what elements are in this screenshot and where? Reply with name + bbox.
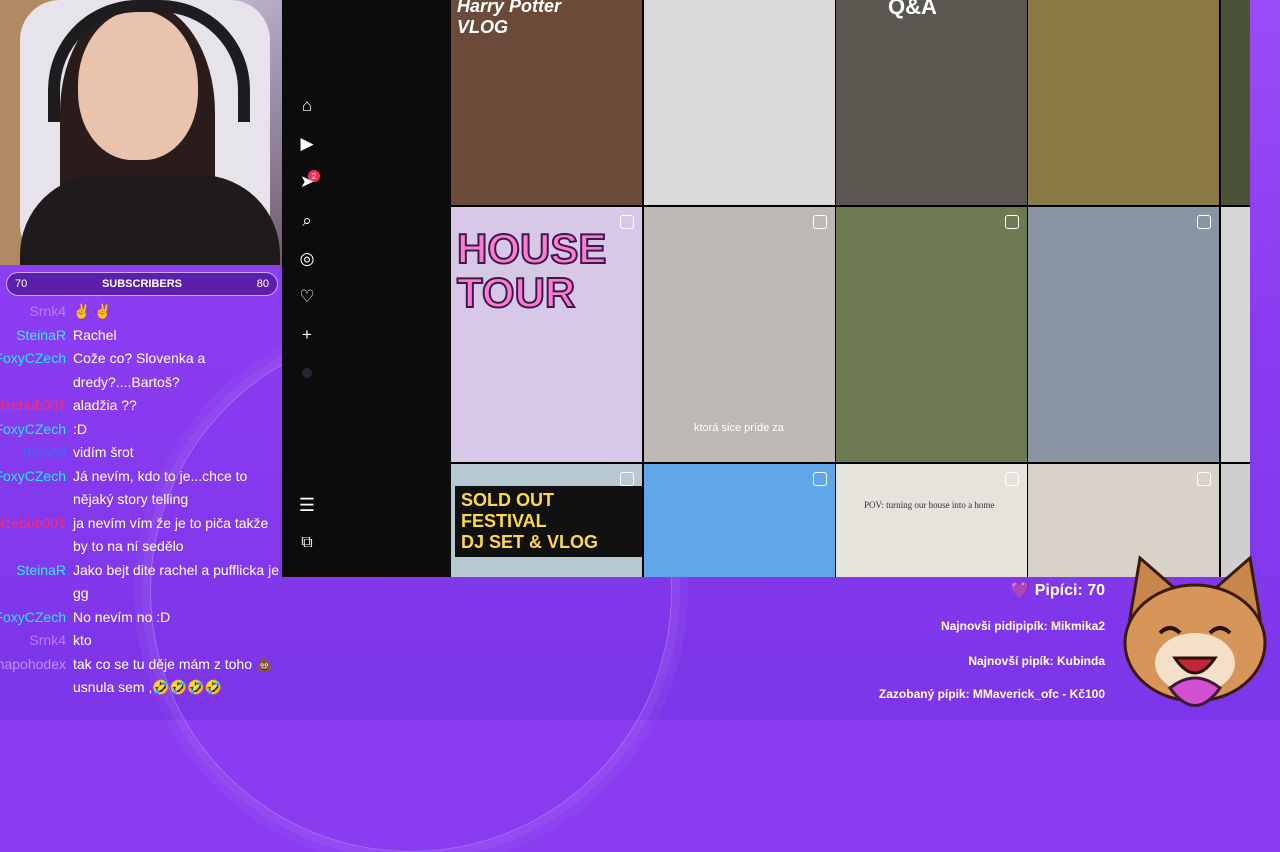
explore-icon[interactable]: ◎ [298,249,316,268]
post-thumbnail[interactable] [836,207,1027,462]
reel-icon [813,215,827,229]
chat-username: Pino69 [22,444,66,460]
subscriber-goal: 80 [256,278,269,290]
heart-icon: 💜 [1010,582,1031,599]
post-thumbnail[interactable] [644,0,835,205]
meta-icon[interactable]: ⧉ [298,534,316,552]
latest-pipik: Najnovší pipík: Kubinda [968,654,1105,668]
chat-message: Belzebub001 ja nevím vím že je to piča ta… [0,512,282,559]
home-icon[interactable]: ⌂ [298,96,316,115]
reel-icon [813,472,827,486]
profile-posts-grid: Harry Potter VLOG Q&A HOUSE TOUR ktorá sice… [451,0,1250,577]
subscriber-current: 70 [15,278,28,290]
chat-message: SteinaR Jako bejt dite rachel a pufflicka… [0,559,282,606]
chat-message: Belzebub001 aladžia ?? [0,394,282,418]
reel-icon [620,215,634,229]
chat-username: FoxyCZech [0,467,66,484]
chat-message: Ginapohodex tak co se tu děje mám z toho … [0,653,282,700]
reel-icon [1005,215,1019,229]
post-thumbnail[interactable]: POV: turning our house into a home [836,464,1027,577]
cat-mascot [1123,555,1267,707]
post-thumbnail[interactable]: ktorá sice príde za [644,207,835,462]
chat-text: No nevím no :D [73,608,171,625]
post-caption: SOLD OUT FESTIVAL DJ SET & VLOG [455,486,642,557]
post-thumbnail[interactable] [1221,207,1250,462]
chat-username: Ginapohodex [0,655,66,672]
chat-username: FoxyCZech [0,608,66,625]
chat-text: kto [73,632,92,648]
chat-text: Jako bejt dite rachel a pufflicka je gg [73,561,279,602]
chat-message: Srnk4 ✌️ ✌️ [0,300,282,324]
reel-icon [1197,215,1211,229]
post-caption: POV: turning our house into a home [864,500,995,510]
reel-icon [1197,472,1211,486]
post-caption: ktorá sice príde za [694,422,784,434]
chat-username: SteinaR [16,561,66,578]
chat-username: Belzebub001 [0,397,66,413]
chat-username: Belzebub001 [0,514,66,531]
latest-pidipipik: Najnovši pidipipík: Mikmika2 [940,619,1105,633]
post-caption: Harry Potter VLOG [457,0,562,37]
subscriber-goal-bar: 70 SUBSCRIBERS 80 [6,272,278,296]
post-thumbnail[interactable]: Harry Potter VLOG [451,0,642,205]
post-thumbnail[interactable] [1028,0,1219,205]
post-thumbnail[interactable] [644,464,835,577]
subscriber-label: SUBSCRIBERS [101,278,183,290]
chat-username: Srnk4 [29,303,66,319]
chat-username: Srnk4 [29,632,66,648]
create-icon[interactable]: + [298,325,316,344]
chat-message: Srnk4 kto [0,629,282,653]
post-thumbnail[interactable]: SOLD OUT FESTIVAL DJ SET & VLOG [451,464,642,577]
chat-message: FoxyCZech :D [0,418,282,442]
messages-icon[interactable]: ➤ [298,172,316,191]
chat-username: SteinaR [16,326,66,343]
chat-log: Srnk4 ✌️ ✌️ SteinaR Rachel FoxyCZech Cože co?… [0,300,282,700]
chat-message: FoxyCZech Já nevím, kdo to je...chce to n… [0,465,282,512]
chat-username: FoxyCZech [0,350,66,366]
chat-username: FoxyCZech [0,420,66,437]
chat-message: SteinaR Rachel [0,324,282,348]
chat-message: Pino69 vidím šrot [0,441,282,465]
chat-text: vidím šrot [73,444,134,460]
post-thumbnail[interactable]: Q&A [836,0,1027,205]
webcam-feed [0,0,282,265]
pipici-label: Pipíci: 70 [1034,582,1105,599]
webcam-sweater [20,175,280,265]
chat-text: ✌️ ✌️ [73,303,112,319]
post-thumbnail[interactable] [1221,0,1250,205]
chat-text: Rachel [73,326,117,343]
more-icon[interactable]: ☰ [298,495,316,515]
post-thumbnail[interactable] [1028,207,1219,462]
reel-icon [1005,472,1019,486]
post-caption: HOUSE TOUR [456,225,607,316]
pipici-counter: 💜 Pipíci: 70 [1010,580,1105,600]
chat-text: Cože co? Slovenka a dredy?....Bartoš? [73,350,206,390]
chat-text: :D [73,420,87,437]
chat-message: FoxyCZech Cože co? Slovenka a dredy?....B… [0,347,282,394]
reels-icon[interactable]: ▶ [298,134,316,153]
post-thumbnail[interactable]: HOUSE TOUR [451,207,642,462]
search-icon[interactable]: ⌕ [298,211,316,230]
chat-text: tak co se tu děje mám z toho 💩 usnula se… [73,655,274,696]
profile-avatar[interactable] [298,364,316,382]
notifications-icon[interactable]: ♡ [298,287,316,306]
instagram-sidebar: 2 ☰ ⧉ ⌂ ▶ ➤ ⌕ ◎ ♡ + [282,0,451,577]
chat-text: ja nevím vím že je to piča takže by to n… [73,514,269,555]
chat-text: aladžia ?? [73,397,137,413]
chat-text: Já nevím, kdo to je...chce to nějaký sto… [73,467,248,508]
chat-message: FoxyCZech No nevím no :D [0,606,282,630]
post-caption: Q&A [888,0,937,19]
reel-icon [620,472,634,486]
top-pipik: Zazobaný pípik: MMaverick_ofc - Kč100 [878,687,1105,701]
